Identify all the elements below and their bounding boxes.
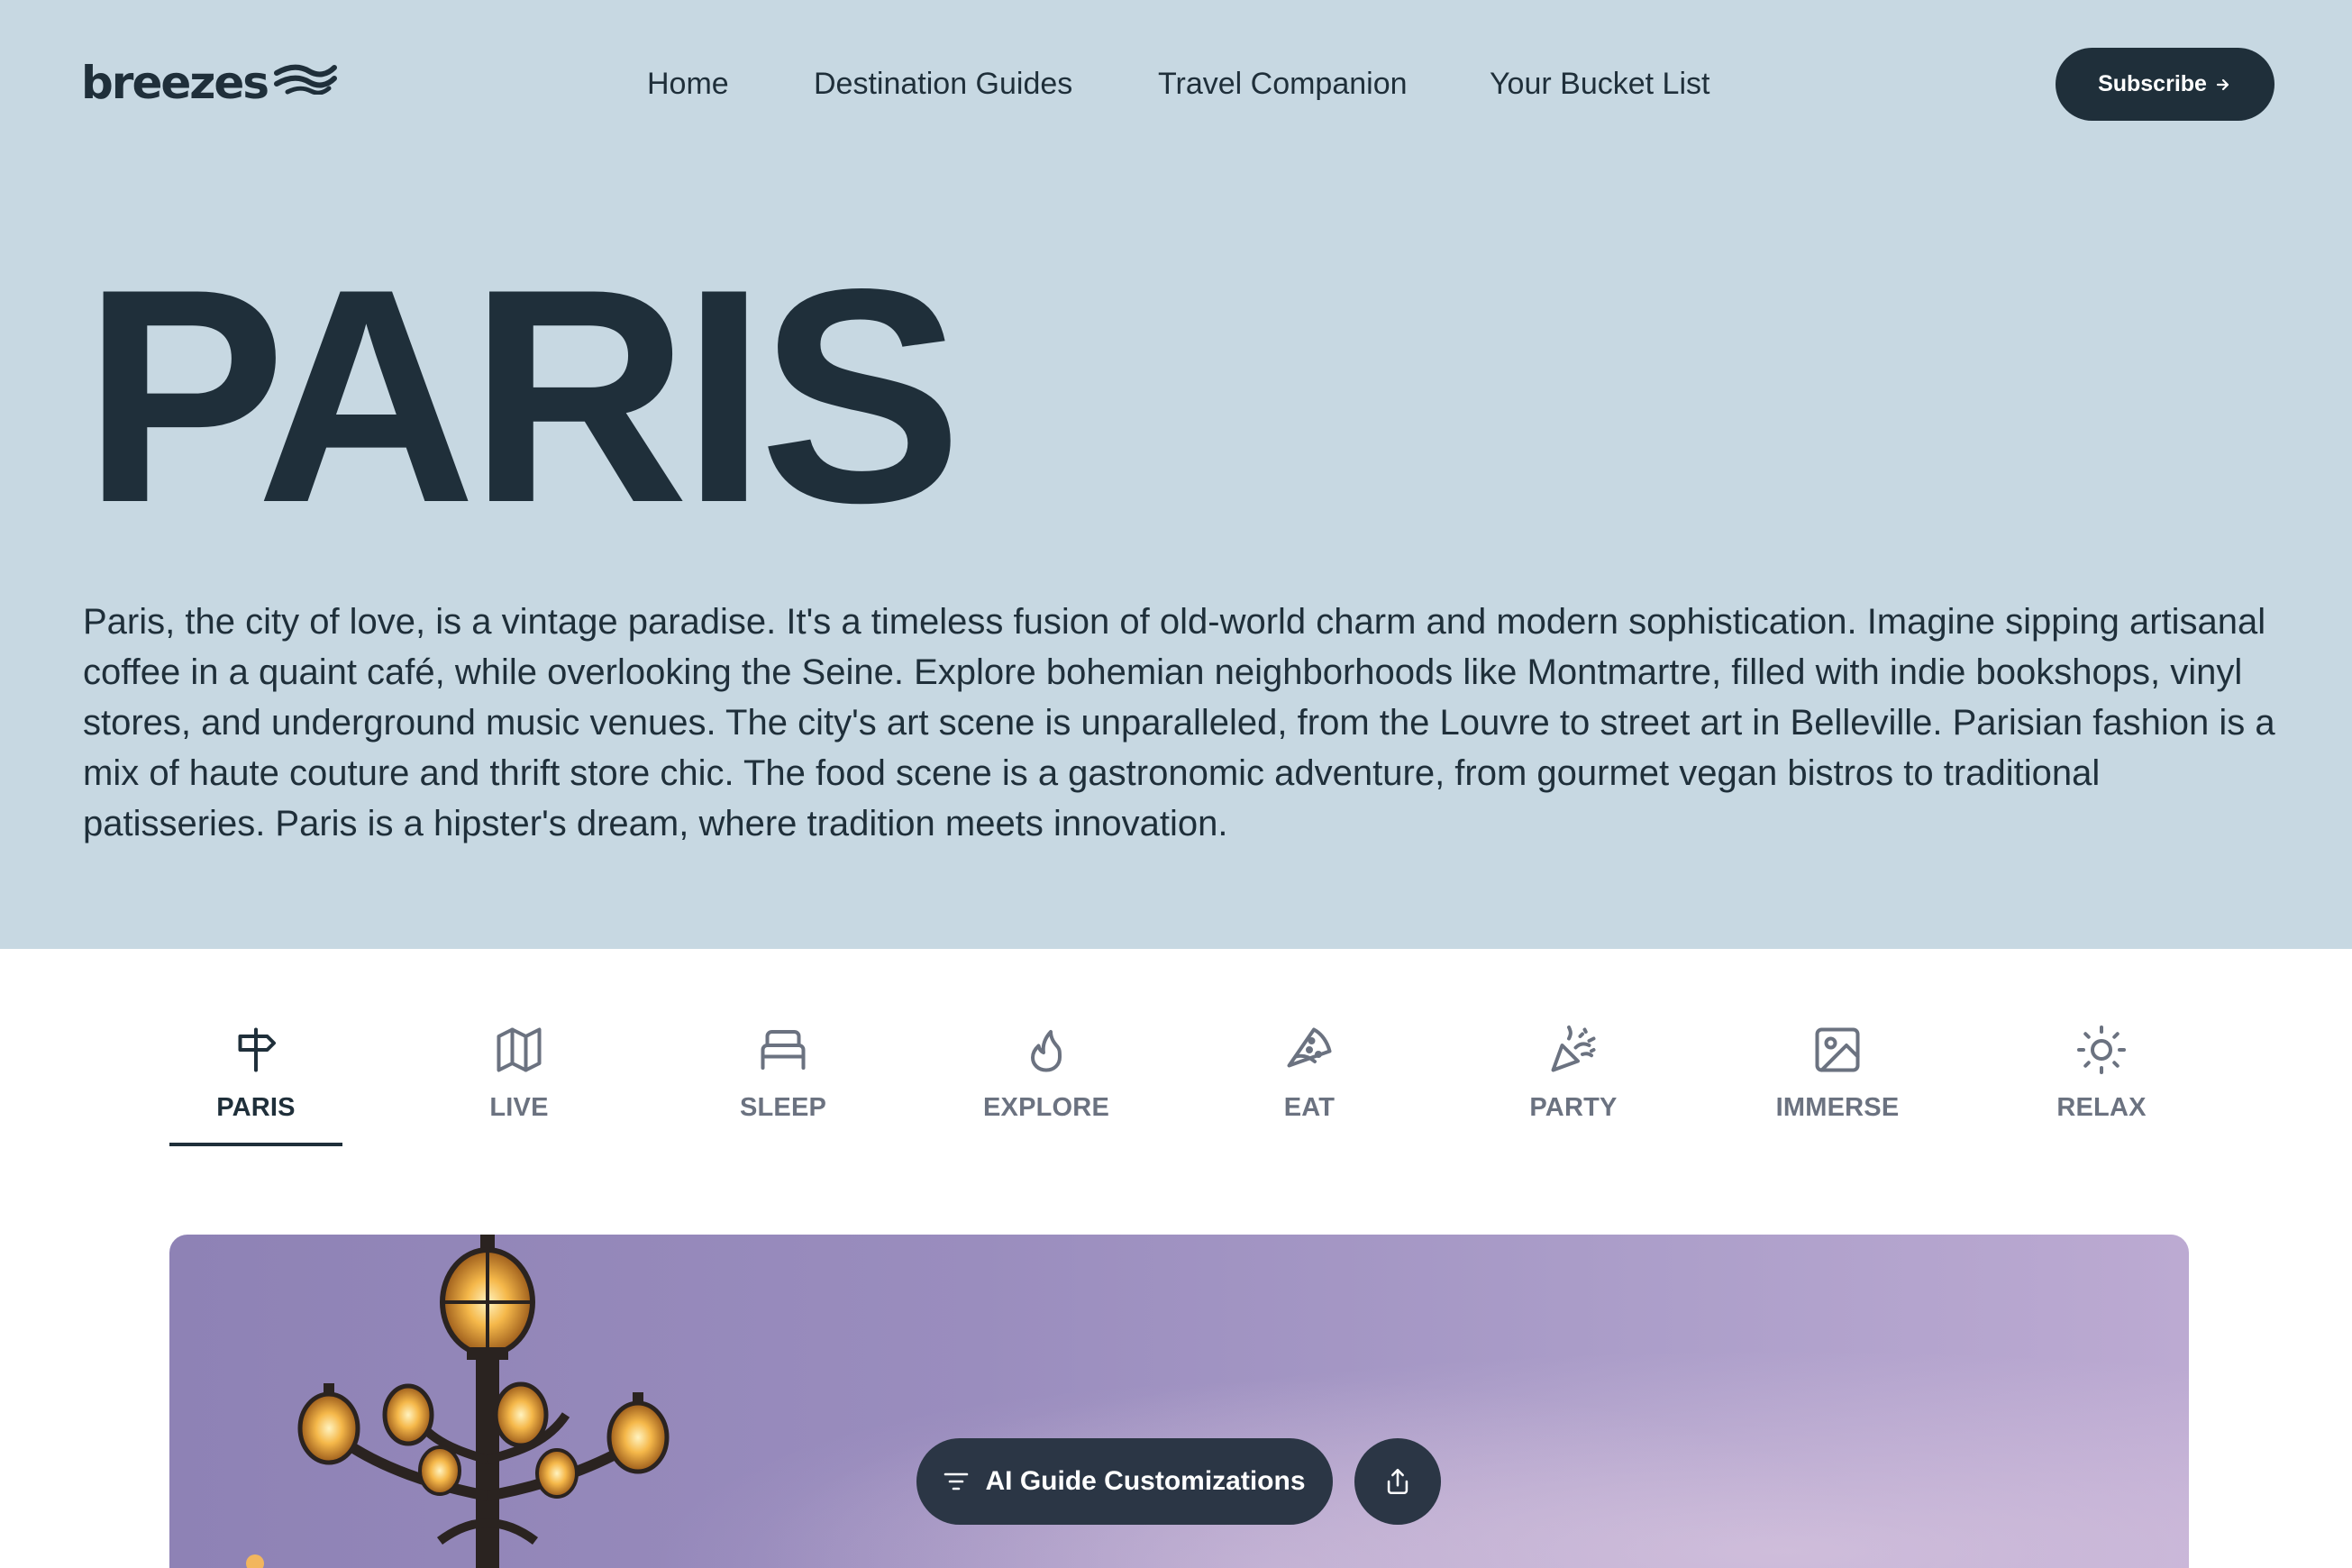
signpost-icon <box>238 1027 276 1072</box>
share-button[interactable] <box>1354 1438 1441 1525</box>
street-lamp-illustration <box>246 1235 670 1568</box>
tab-label: EAT <box>1283 1093 1336 1122</box>
nav-bucket-list-link[interactable]: Your Bucket List <box>1490 61 1709 106</box>
nav-destination-guides-link[interactable]: Destination Guides <box>814 61 1072 106</box>
city-description: Paris, the city of love, is a vintage pa… <box>83 602 2275 843</box>
tab-label: LIVE <box>489 1093 549 1122</box>
image-icon <box>1815 1027 1860 1072</box>
party-popper-icon <box>1551 1026 1596 1072</box>
main-nav: Home Destination Guides Travel Companion… <box>0 61 2352 106</box>
ai-guide-customizations-button[interactable]: AI Guide Customizations <box>916 1438 1333 1525</box>
tab-party[interactable]: PARTY <box>1488 1023 1659 1194</box>
tab-label: SLEEP <box>739 1093 827 1122</box>
map-icon <box>497 1027 542 1072</box>
filter-icon <box>944 1472 969 1491</box>
tab-paris[interactable]: PARIS <box>170 1023 342 1194</box>
tab-label: IMMERSE <box>1775 1093 1900 1122</box>
tab-sleep[interactable]: SLEEP <box>697 1023 869 1194</box>
subscribe-label: Subscribe <box>2098 71 2207 96</box>
hero-section: breezes Home Destination Guides Travel C… <box>0 0 2352 949</box>
tab-label: RELAX <box>2056 1093 2147 1122</box>
arrow-right-icon <box>2216 78 2229 90</box>
tab-live[interactable]: LIVE <box>433 1023 605 1194</box>
sun-icon <box>2077 1026 2126 1074</box>
tab-label: PARIS <box>216 1093 296 1122</box>
flame-icon <box>1031 1030 1062 1072</box>
pizza-icon <box>1287 1027 1332 1068</box>
tab-label: PARTY <box>1529 1093 1618 1122</box>
tab-label: EXPLORE <box>983 1093 1109 1122</box>
nav-home-link[interactable]: Home <box>647 61 729 106</box>
page-title: PARIS <box>83 225 962 566</box>
share-icon <box>1387 1468 1408 1495</box>
tab-relax[interactable]: RELAX <box>2016 1023 2187 1194</box>
nav-travel-companion-link[interactable]: Travel Companion <box>1158 61 1408 106</box>
tab-immerse[interactable]: IMMERSE <box>1752 1023 1923 1194</box>
category-tabs: PARIS LIVE SLEEP EXPLORE EAT PARTY IMMER… <box>0 949 2352 1156</box>
active-tab-indicator <box>169 1143 342 1146</box>
tab-eat[interactable]: EAT <box>1224 1023 1395 1194</box>
ai-guide-label: AI Guide Customizations <box>985 1466 1306 1496</box>
tab-explore[interactable]: EXPLORE <box>961 1023 1132 1194</box>
bed-icon <box>761 1030 806 1070</box>
subscribe-button[interactable]: Subscribe <box>2056 48 2275 121</box>
